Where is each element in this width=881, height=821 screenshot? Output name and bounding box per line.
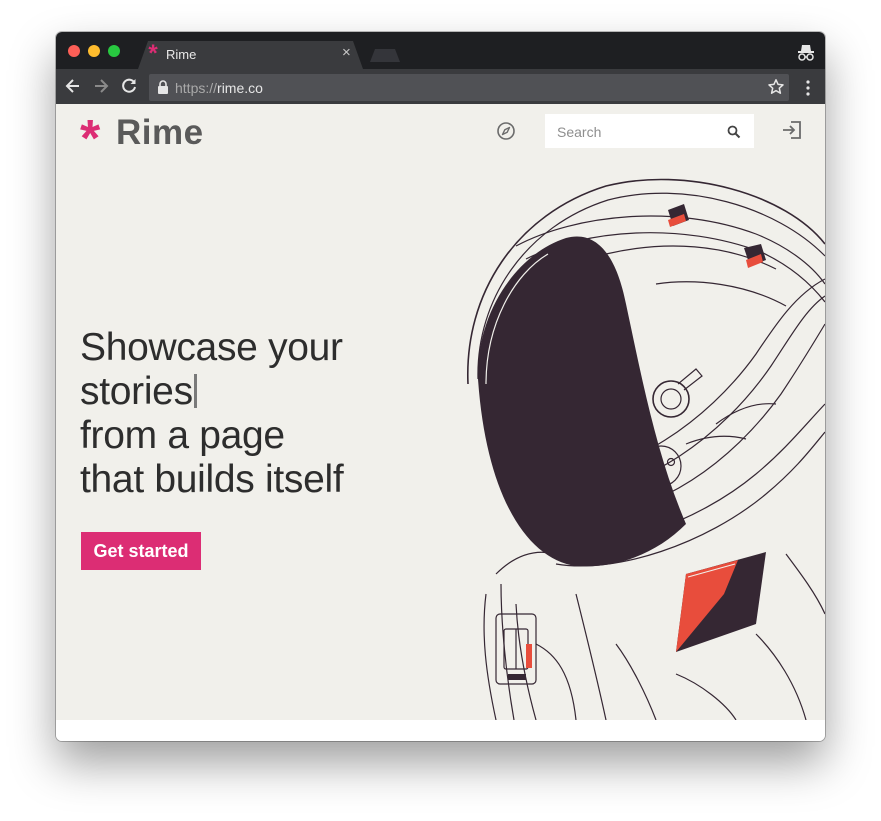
asterisk-icon: *: [148, 40, 158, 67]
close-window-button[interactable]: [68, 45, 80, 57]
back-arrow-icon[interactable]: [63, 76, 83, 96]
hero-line-4: that builds itself: [80, 458, 344, 501]
web-page: * Rime Showcase your stories from a page…: [56, 104, 825, 720]
title-bar: * Rime ×: [56, 32, 825, 69]
zoom-window-button[interactable]: [108, 45, 120, 57]
url-host: rime.co: [217, 80, 263, 96]
search-icon[interactable]: [727, 125, 741, 139]
sign-in-icon[interactable]: [781, 120, 803, 140]
astronaut-illustration: [467, 178, 825, 720]
page-bottom-strip: [56, 720, 825, 741]
address-url[interactable]: https://rime.co: [175, 80, 263, 96]
lock-icon: [158, 80, 168, 94]
tab-title: Rime: [166, 47, 197, 62]
hero-line-1: Showcase your: [80, 326, 343, 369]
compass-icon[interactable]: [496, 121, 516, 141]
search-box[interactable]: [545, 114, 754, 150]
reload-icon[interactable]: [119, 76, 139, 96]
url-protocol: https://: [175, 80, 218, 96]
logo-wordmark: Rime: [116, 113, 204, 152]
hero-line-3: from a page: [80, 414, 285, 457]
typing-cursor: [193, 374, 197, 408]
incognito-icon: [798, 45, 814, 61]
browser-menu-icon[interactable]: [801, 79, 815, 97]
minimize-window-button[interactable]: [88, 45, 100, 57]
hero-line-2: stories: [80, 370, 193, 413]
forward-arrow-icon[interactable]: [91, 76, 111, 96]
search-input[interactable]: [555, 114, 719, 150]
hero-headline: Showcase your stories from a page that b…: [80, 326, 344, 502]
new-tab-button[interactable]: [370, 49, 400, 62]
browser-window: * Rime × https://rime.co * Rime Search S…: [56, 32, 825, 741]
asterisk-logo-icon: *: [80, 110, 101, 168]
hero-line-2-wrap: stories: [80, 370, 343, 414]
tab-close-icon[interactable]: ×: [342, 45, 351, 61]
get-started-button[interactable]: Get started: [81, 532, 201, 570]
bookmark-star-icon[interactable]: [767, 78, 785, 96]
